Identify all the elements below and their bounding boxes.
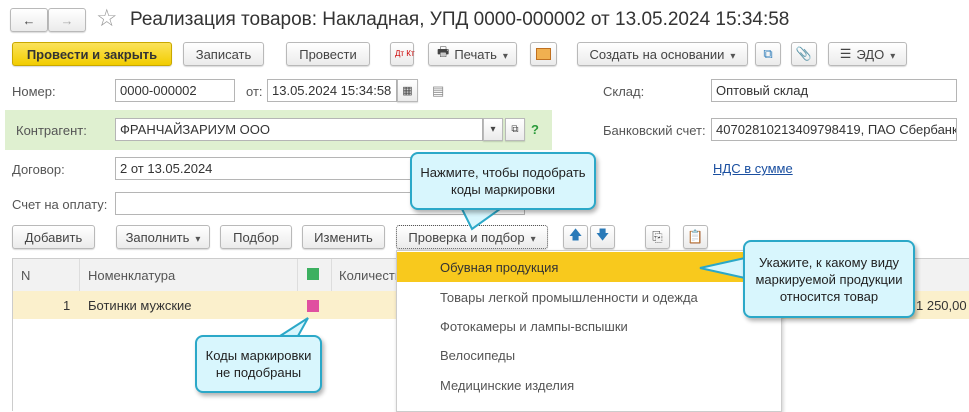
callout-pick-codes: Нажмите, чтобы подобрать коды маркировки [410, 152, 596, 210]
callout-product-kind: Укажите, к какому виду маркируемой проду… [743, 240, 915, 318]
callout-codes-not-selected: Коды маркировки не подобраны [195, 335, 322, 393]
